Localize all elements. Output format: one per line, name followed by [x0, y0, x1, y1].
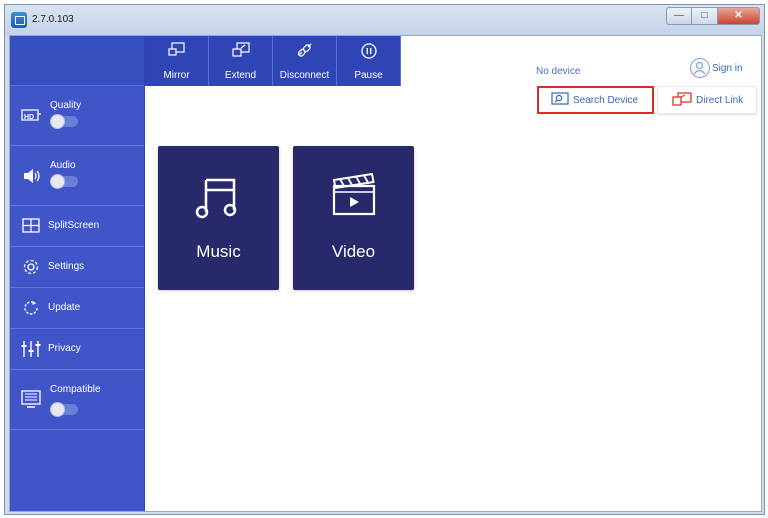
- mirror-icon: [145, 42, 208, 65]
- minimize-icon: —: [674, 10, 684, 21]
- window-controls: — □ ✕: [666, 7, 760, 25]
- sidebar-item-quality: HD Quality: [10, 86, 144, 146]
- close-button[interactable]: ✕: [718, 7, 760, 25]
- clapperboard-icon: [293, 170, 414, 227]
- user-avatar-icon: [690, 58, 710, 78]
- toolbar-label: Pause: [354, 70, 383, 81]
- direct-link-button[interactable]: Direct Link: [657, 86, 757, 114]
- sidebar-item-label: Privacy: [48, 343, 81, 354]
- direct-link-icon: [672, 91, 692, 109]
- minimize-button[interactable]: —: [666, 7, 692, 25]
- pause-icon: [337, 42, 400, 65]
- sidebar-item-label: Quality: [50, 100, 82, 111]
- monitor-icon: [20, 390, 42, 415]
- app-window: 2.7.0.103 — □ ✕ HD Quality Audio SplitSc…: [4, 4, 765, 515]
- toggle-knob: [50, 114, 65, 129]
- compatible-toggle[interactable]: [50, 402, 78, 417]
- pause-button[interactable]: Pause: [337, 36, 401, 86]
- gear-icon: [22, 258, 40, 281]
- sidebar-item-label: Update: [48, 302, 81, 313]
- toolbar-label: Disconnect: [279, 70, 330, 81]
- title-bar: 2.7.0.103 — □ ✕: [5, 5, 764, 35]
- sidebar-header: [10, 36, 144, 86]
- disconnect-icon: [273, 42, 336, 65]
- quality-toggle[interactable]: [50, 114, 78, 129]
- search-device-button[interactable]: Search Device: [537, 86, 654, 114]
- mirror-button[interactable]: Mirror: [145, 36, 209, 86]
- hd-icon: HD: [20, 108, 42, 129]
- sidebar-item-privacy[interactable]: Privacy: [10, 329, 144, 370]
- sidebar: HD Quality Audio SplitScreen Settings Up…: [10, 36, 145, 511]
- speaker-icon: [22, 168, 42, 189]
- sidebar-item-audio: Audio: [10, 146, 144, 206]
- sign-in-label: Sign in: [712, 62, 743, 74]
- sidebar-item-label: SplitScreen: [48, 220, 100, 231]
- music-tile[interactable]: Music: [158, 146, 279, 290]
- maximize-icon: □: [701, 10, 708, 21]
- sign-in-button[interactable]: Sign in: [690, 58, 743, 78]
- music-tile-label: Music: [196, 242, 241, 261]
- music-note-icon: [158, 170, 279, 227]
- toolbar: Mirror Extend Disconnect Pause: [145, 36, 401, 86]
- sliders-icon: [21, 339, 41, 364]
- toggle-knob: [50, 402, 65, 417]
- splitscreen-icon: [22, 218, 40, 238]
- sidebar-item-compatible: Compatible: [10, 370, 144, 430]
- sidebar-item-label: Audio: [50, 160, 76, 171]
- toolbar-label: Mirror: [163, 70, 190, 81]
- video-tile[interactable]: Video: [293, 146, 414, 290]
- disconnect-button[interactable]: Disconnect: [273, 36, 337, 86]
- direct-link-label: Direct Link: [696, 94, 744, 106]
- toggle-knob: [50, 174, 65, 189]
- search-device-icon: [551, 91, 569, 109]
- audio-toggle[interactable]: [50, 174, 78, 189]
- app-logo-icon: [11, 12, 27, 28]
- device-status: No device: [536, 66, 581, 77]
- extend-icon: [209, 42, 272, 65]
- sidebar-item-splitscreen[interactable]: SplitScreen: [10, 206, 144, 247]
- extend-button[interactable]: Extend: [209, 36, 273, 86]
- video-tile-label: Video: [331, 242, 376, 261]
- sidebar-item-settings[interactable]: Settings: [10, 247, 144, 288]
- window-title: 2.7.0.103: [32, 14, 74, 25]
- svg-text:HD: HD: [24, 114, 34, 121]
- search-device-label: Search Device: [573, 94, 639, 106]
- toolbar-label: Extend: [224, 70, 257, 81]
- maximize-button[interactable]: □: [692, 7, 718, 25]
- refresh-icon: [21, 298, 41, 323]
- sidebar-item-update[interactable]: Update: [10, 288, 144, 329]
- sidebar-item-label: Compatible: [50, 384, 101, 395]
- close-icon: ✕: [734, 10, 743, 21]
- sidebar-item-label: Settings: [48, 261, 85, 272]
- app-client-area: HD Quality Audio SplitScreen Settings Up…: [9, 35, 762, 512]
